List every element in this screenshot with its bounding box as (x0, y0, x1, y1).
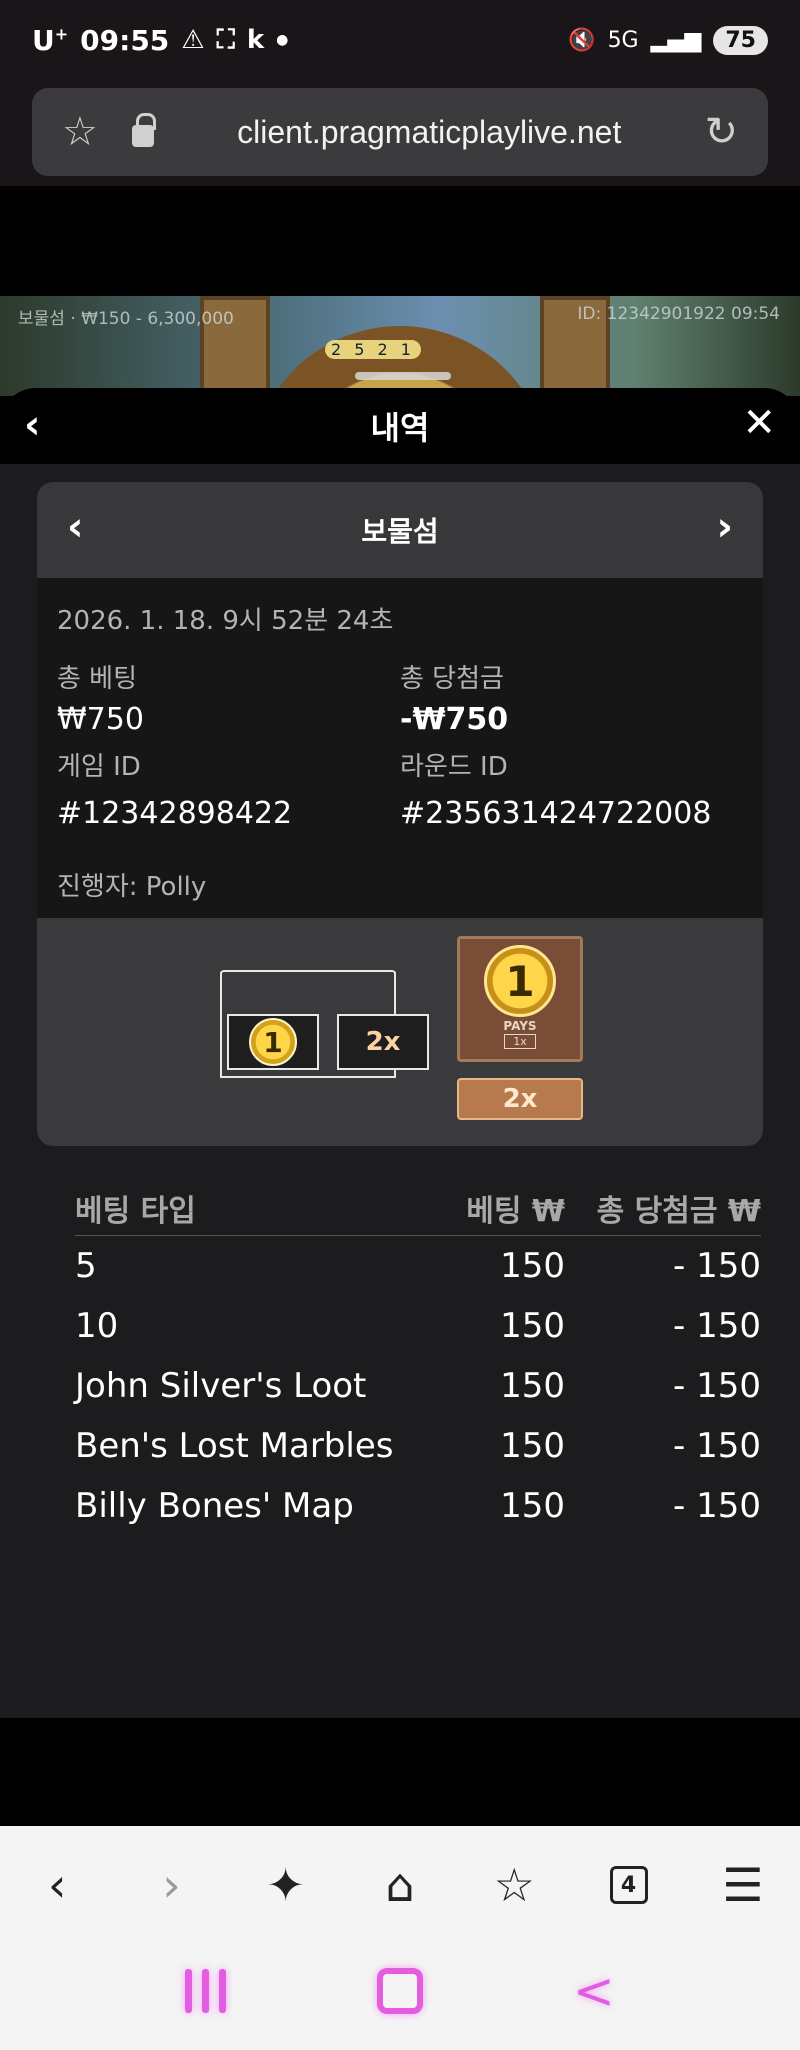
bet-limits-text: 보물섬 · ₩150 - 6,300,000 (18, 309, 234, 329)
table-row: Ben's Lost Marbles 150 - 150 (75, 1416, 761, 1476)
url-text[interactable]: client.pragmaticplaylive.net (154, 114, 704, 151)
chest-coin-slot: 1 (227, 1014, 319, 1070)
card-header: ‹ 보물섬 › (37, 482, 763, 578)
game-id-value: #12342898422 (57, 796, 293, 831)
tile-pays-label: PAYS (503, 1019, 537, 1033)
back-chevron-icon[interactable]: ‹ (24, 402, 40, 448)
bet-type-cell: 5 (75, 1246, 97, 1286)
previous-round-chevron-icon[interactable]: ‹ (67, 504, 83, 550)
chest-lid (220, 970, 396, 1006)
back-icon[interactable]: ‹ (22, 1850, 92, 1920)
table-row: 10 150 - 150 (75, 1296, 761, 1356)
round-detail-card: ‹ 보물섬 › 2026. 1. 18. 9시 52분 24초 총 베팅 총 당… (37, 482, 763, 1146)
carrier-label: U+ (32, 23, 69, 57)
win-amount-header: 총 당첨금 ₩ (596, 1194, 761, 1229)
status-bar: U+ 09:55 ⚠ ⛶ k ● 🔇 5G ▂▄▆ 75 (0, 0, 800, 80)
menu-icon[interactable]: ☰ (708, 1850, 778, 1920)
system-back-icon[interactable]: < (573, 1962, 615, 2020)
win-amount-cell: - 150 (673, 1486, 761, 1526)
browser-bottom-bar: ‹ › ✦ ⌂ ☆ 4 ☰ < (0, 1826, 800, 2050)
sheet-grabber[interactable] (355, 372, 451, 380)
address-bar[interactable]: ☆ client.pragmaticplaylive.net ↻ (32, 88, 768, 176)
bookmark-star-icon[interactable]: ☆ (62, 109, 112, 155)
next-round-chevron-icon[interactable]: › (717, 504, 733, 550)
bet-type-header: 베팅 타입 (75, 1194, 196, 1229)
tile-coin-icon: 1 (484, 945, 556, 1017)
total-win-label: 총 당첨금 (400, 664, 504, 694)
dealer-name: 진행자: Polly (57, 872, 207, 902)
bets-table-header: 베팅 타입 베팅 ₩ 총 당첨금 ₩ (75, 1178, 761, 1236)
battery-indicator: 75 (713, 25, 768, 55)
reload-icon[interactable]: ↻ (704, 109, 738, 155)
win-amount-cell: - 150 (673, 1426, 761, 1466)
notification-dot-icon: ● (276, 32, 289, 48)
round-id-value: #235631424722008 (400, 796, 712, 831)
sheet-title: 내역 (370, 409, 430, 447)
bet-amount-cell: 150 (500, 1306, 565, 1346)
bet-amount-cell: 150 (500, 1426, 565, 1466)
game-video-background: 2 5 2 1 보물섬 · ₩150 - 6,300,000 ID: 12342… (0, 296, 800, 396)
home-icon[interactable]: ⌂ (365, 1850, 435, 1920)
chest-multiplier-slot: 2x (337, 1014, 429, 1070)
bet-type-cell: Billy Bones' Map (75, 1486, 354, 1526)
tile-pays-multiplier: 1x (504, 1034, 536, 1049)
bet-type-cell: 10 (75, 1306, 119, 1346)
game-id-time-text: ID: 12342901922 09:54 (577, 304, 780, 324)
coin-icon: 1 (249, 1018, 297, 1066)
bets-table: 베팅 타입 베팅 ₩ 총 당첨금 ₩ 5 150 - 150 10 150 - … (75, 1178, 761, 1536)
money-wheel-image (250, 326, 550, 396)
mute-icon: 🔇 (568, 27, 596, 53)
sheet-header: ‹ 내역 ✕ (0, 388, 800, 464)
game-id-label: 게임 ID (57, 752, 141, 782)
result-tile: 1 PAYS 1x (457, 936, 583, 1062)
bet-amount-cell: 150 (500, 1486, 565, 1526)
win-amount-cell: - 150 (673, 1306, 761, 1346)
game-title: 보물섬 (361, 515, 439, 548)
total-win-value: -₩750 (400, 702, 509, 737)
table-row: 5 150 - 150 (75, 1236, 761, 1296)
network-label: 5G (607, 27, 639, 53)
win-amount-cell: - 150 (673, 1246, 761, 1286)
browser-toolbar: ☆ client.pragmaticplaylive.net ↻ (0, 80, 800, 186)
bet-type-cell: Ben's Lost Marbles (75, 1426, 394, 1466)
bet-type-cell: John Silver's Loot (75, 1366, 367, 1406)
total-bet-value: ₩750 (57, 702, 144, 737)
lock-icon[interactable] (132, 113, 156, 147)
table-row: John Silver's Loot 150 - 150 (75, 1356, 761, 1416)
wheel-numbers: 2 5 2 1 (325, 340, 421, 359)
bookmarks-star-icon[interactable]: ☆ (479, 1850, 549, 1920)
tabs-count: 4 (609, 1866, 648, 1904)
bet-amount-cell: 150 (500, 1246, 565, 1286)
warning-icon: ⚠ (181, 25, 205, 55)
forward-icon[interactable]: › (136, 1850, 206, 1920)
card-details: 2026. 1. 18. 9시 52분 24초 총 베팅 총 당첨금 ₩750 … (37, 578, 763, 918)
k-app-icon: k (246, 25, 265, 55)
total-bet-label: 총 베팅 (57, 664, 138, 694)
bet-amount-cell: 150 (500, 1366, 565, 1406)
sparkle-icon[interactable]: ✦ (251, 1850, 321, 1920)
chest-multiplier: 2x (365, 1027, 401, 1057)
screen-capture-icon: ⛶ (216, 24, 235, 55)
bet-amount-header: 베팅 ₩ (466, 1194, 565, 1229)
close-icon[interactable]: ✕ (742, 400, 776, 446)
round-id-label: 라운드 ID (400, 752, 508, 782)
round-result: 1 2x 1 PAYS 1x 2x (37, 918, 763, 1146)
win-amount-cell: - 150 (673, 1366, 761, 1406)
table-row: Billy Bones' Map 150 - 150 (75, 1476, 761, 1536)
system-home-icon[interactable] (376, 1968, 423, 2014)
recent-apps-icon[interactable] (185, 1969, 227, 2013)
signal-icon: ▂▄▆ (650, 27, 702, 53)
tile-multiplier: 2x (457, 1078, 583, 1120)
tabs-button[interactable]: 4 (594, 1850, 664, 1920)
round-datetime: 2026. 1. 18. 9시 52분 24초 (57, 606, 394, 636)
clock: 09:55 (80, 23, 170, 57)
